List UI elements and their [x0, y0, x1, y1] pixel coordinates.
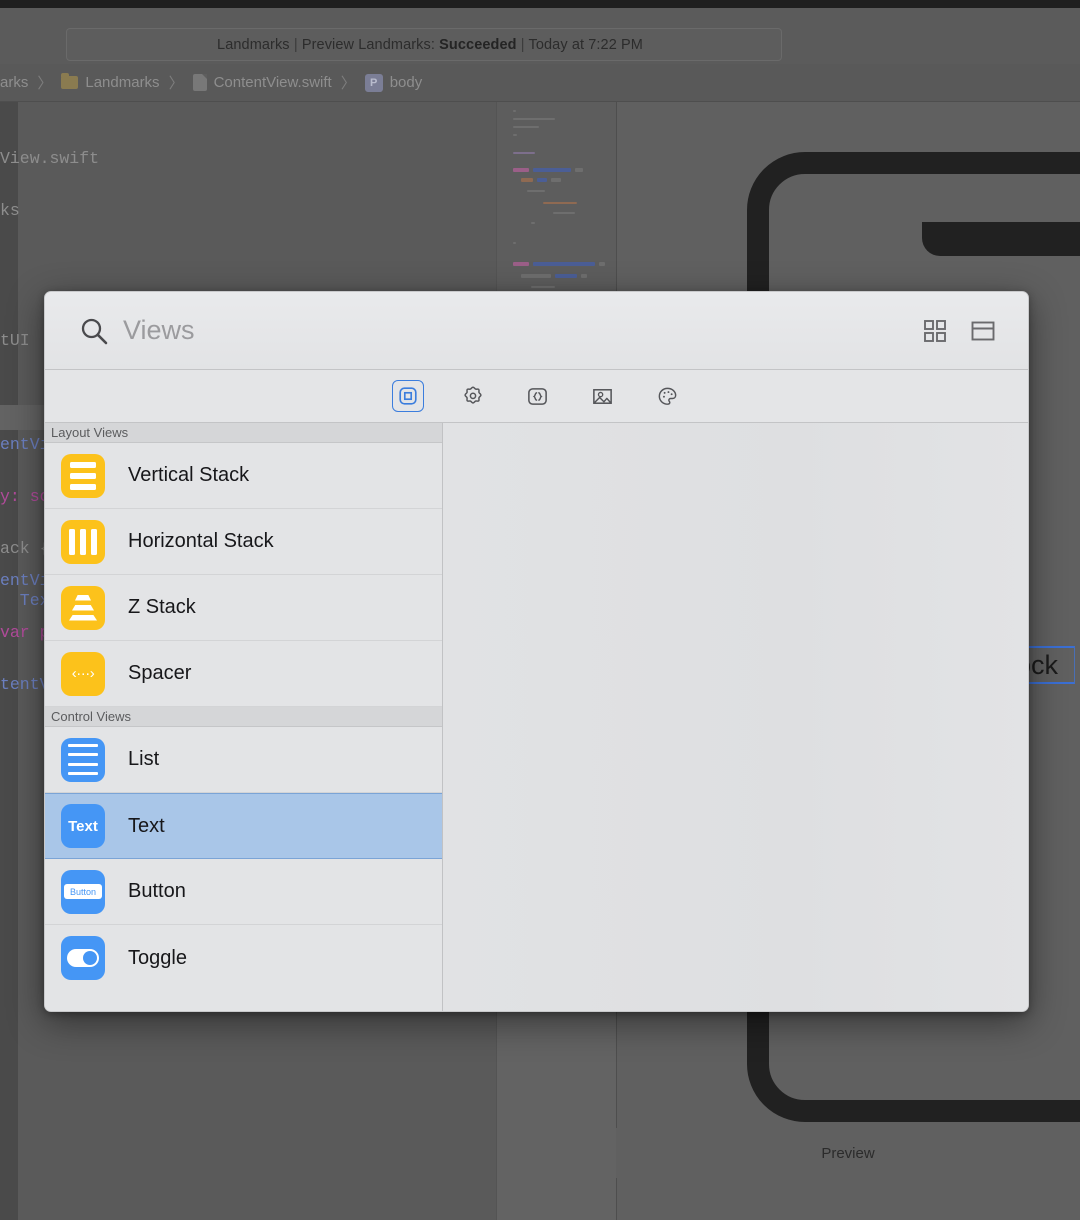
list-item-label: Text — [128, 814, 165, 837]
library-search-bar — [45, 292, 1028, 370]
group-header-label-1: Control Views — [51, 709, 131, 724]
list-item-label: Toggle — [128, 946, 187, 969]
breadcrumb-separator-2: 〉 — [340, 75, 356, 92]
breadcrumb-item-project[interactable]: arks — [0, 74, 28, 91]
library-popover[interactable]: Layout Views Vertical Stack Horizontal S… — [44, 291, 1029, 1012]
group-header-layout-views: Layout Views — [45, 423, 442, 443]
screen-root: Landmarks | Preview Landmarks: Succeeded… — [0, 0, 1080, 1220]
breadcrumb: arks 〉 Landmarks 〉 ContentView.swift 〉 P… — [0, 64, 1080, 102]
folder-icon — [61, 73, 79, 89]
build-status-text: Landmarks | Preview Landmarks: Succeeded… — [217, 37, 643, 53]
status-project: Landmarks — [217, 36, 290, 53]
code-line-0: View.swift — [0, 149, 100, 168]
palette-icon[interactable] — [652, 380, 684, 412]
library-body: Layout Views Vertical Stack Horizontal S… — [45, 423, 1028, 1011]
group-header-control-views: Control Views — [45, 707, 442, 727]
braces-icon[interactable] — [522, 380, 554, 412]
breadcrumb-item-folder[interactable]: Landmarks — [61, 73, 160, 91]
vertical-stack-icon — [61, 453, 105, 498]
image-icon[interactable] — [587, 380, 619, 412]
breadcrumb-label-1: Landmarks — [85, 74, 160, 91]
text-glyph-label: Text — [68, 817, 98, 835]
list-item-label: Vertical Stack — [128, 464, 250, 486]
view-mode-buttons — [920, 316, 998, 346]
group-header-label-0: Layout Views — [51, 425, 129, 440]
horizontal-stack-icon — [61, 519, 105, 564]
breadcrumb-label-3: body — [389, 74, 423, 91]
toggle-icon — [61, 936, 105, 980]
status-scheme: Preview Landmarks: — [301, 36, 435, 53]
status-sep-2: | — [520, 36, 525, 53]
list-item-list[interactable]: List — [45, 727, 442, 793]
breadcrumb-item-symbol[interactable]: P body — [364, 73, 423, 92]
breadcrumb-label-0: arks — [0, 74, 29, 91]
spacer-icon: ‹···› — [61, 651, 105, 696]
list-item-vertical-stack[interactable]: Vertical Stack — [45, 443, 442, 509]
list-item-label: List — [128, 748, 160, 770]
list-item-horizontal-stack[interactable]: Horizontal Stack — [45, 509, 442, 575]
status-result: Succeeded — [439, 36, 517, 53]
code-line-6: entVi — [0, 435, 50, 454]
grid-view-icon[interactable] — [920, 316, 950, 346]
device-notch — [922, 222, 1080, 256]
property-icon: P — [364, 73, 383, 92]
library-detail-pane — [443, 423, 1028, 1011]
list-item-label: Horizontal Stack — [128, 530, 274, 552]
list-item-button[interactable]: Button Button — [45, 859, 442, 925]
status-time: Today at 7:22 PM — [528, 36, 643, 53]
activity-bar: Landmarks | Preview Landmarks: Succeeded… — [0, 8, 1080, 64]
library-category-tabs — [45, 370, 1028, 423]
detail-view-icon[interactable] — [968, 316, 998, 346]
list-item-label: Button — [128, 880, 186, 902]
breadcrumb-separator-0: 〉 — [37, 75, 53, 92]
list-item-spacer[interactable]: ‹···› Spacer — [45, 641, 442, 707]
swift-file-icon — [192, 74, 207, 91]
status-sep-1: | — [293, 36, 298, 53]
search-input[interactable] — [123, 315, 920, 346]
library-item-list[interactable]: Layout Views Vertical Stack Horizontal S… — [45, 423, 443, 1011]
code-line-l1: var p — [0, 623, 50, 642]
list-item-z-stack[interactable]: Z Stack — [45, 575, 442, 641]
breadcrumb-item-file[interactable]: ContentView.swift — [192, 74, 332, 91]
list-item-toggle[interactable]: Toggle — [45, 925, 442, 991]
spacer-glyph-label: ‹···› — [71, 665, 95, 682]
list-item-text[interactable]: Text Text — [45, 793, 442, 859]
breadcrumb-separator-1: 〉 — [168, 75, 184, 92]
code-line-1: ks — [0, 201, 20, 220]
list-item-label: Spacer — [128, 662, 192, 684]
text-icon: Text — [61, 804, 105, 848]
button-glyph-label: Button — [63, 884, 103, 899]
z-stack-icon — [61, 585, 105, 630]
code-line-l0: entVi — [0, 571, 50, 590]
build-status-pill[interactable]: Landmarks | Preview Landmarks: Succeeded… — [66, 28, 782, 61]
gear-icon[interactable] — [457, 380, 489, 412]
code-line-l2: tentV — [0, 675, 50, 694]
list-icon — [61, 737, 105, 782]
code-line-7: y: so — [0, 487, 50, 506]
search-icon — [79, 316, 109, 346]
breadcrumb-label-2: ContentView.swift — [213, 74, 332, 91]
button-icon: Button — [61, 869, 105, 914]
preview-label: Preview — [616, 1128, 1080, 1178]
views-tab[interactable] — [391, 380, 424, 412]
list-item-label: Z Stack — [128, 596, 196, 618]
preview-label-text: Preview — [821, 1144, 875, 1162]
code-line-4: tUI — [0, 331, 30, 350]
